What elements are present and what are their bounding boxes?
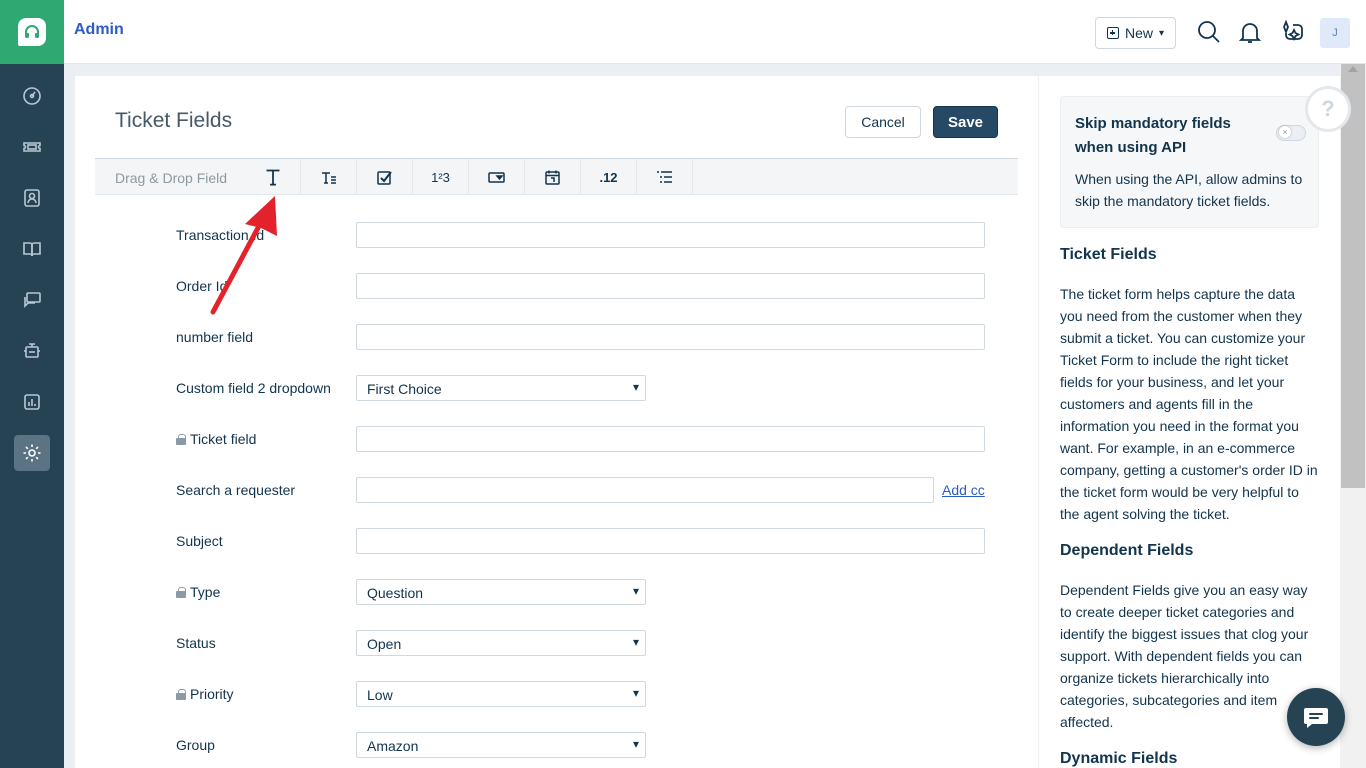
field-row-requester: Search a requester Add cc [75,477,1038,503]
solutions-book-icon[interactable] [14,231,50,267]
checkbox-icon[interactable] [357,159,413,195]
annotation-arrow-icon [210,196,277,315]
custom-field-2-dropdown[interactable]: First Choice [356,375,646,401]
section-body: The ticket form helps capture the data y… [1060,286,1318,522]
field-label-text: Priority [190,686,234,702]
avatar[interactable]: J [1320,18,1350,48]
lock-icon [176,434,186,445]
contacts-icon[interactable] [14,180,50,216]
notification-bell-icon[interactable] [1237,19,1263,45]
new-button-label: New [1124,25,1153,41]
headset-icon [18,18,46,46]
help-sidebar: Skip mandatory fields when using API Whe… [1038,76,1340,768]
field-row-subject: Subject [75,528,1038,554]
app-logo[interactable] [0,0,64,64]
chat-widget-button[interactable] [1287,688,1345,746]
type-dropdown[interactable]: Question [356,579,646,605]
add-cc-link[interactable]: Add cc [942,482,985,498]
search-icon[interactable] [1196,19,1222,45]
dashboard-icon[interactable] [14,78,50,114]
field-label: Group [176,737,215,753]
field-label: Custom field 2 dropdown [176,380,331,396]
scrollbar-thumb[interactable] [1341,64,1365,488]
subject-input[interactable] [356,528,985,554]
field-label-text: Type [190,584,221,600]
multi-line-text-icon[interactable] [301,159,357,195]
field-row-custom-dropdown: Custom field 2 dropdown First Choice [75,375,1038,401]
freddy-ai-sparkle-icon[interactable] [1279,19,1305,45]
transaction-id-input[interactable] [356,222,985,248]
skip-mandatory-card: Skip mandatory fields when using API Whe… [1060,96,1319,228]
ticket-field-input[interactable] [356,426,985,452]
section-heading: Dynamic Fields [1060,750,1178,767]
field-row-ticket-field: Ticket field [75,426,1038,452]
breadcrumb[interactable]: Admin [74,21,124,39]
top-bar: Admin New ▾ J [64,0,1366,64]
field-label: Subject [176,533,223,549]
dependent-field-icon[interactable] [637,159,693,195]
field-label-locked: Type [176,584,220,600]
search-requester-input[interactable] [356,477,934,503]
admin-gear-icon[interactable] [14,435,50,471]
section-heading: Dependent Fields [1060,542,1194,559]
tickets-icon[interactable] [14,129,50,165]
field-label: Status [176,635,216,651]
dropdown-icon[interactable] [469,159,525,195]
skip-mandatory-description: When using the API, allow admins to skip… [1075,171,1303,209]
field-row-type: Type Question [75,579,1038,605]
decimal-icon-text: .12 [599,169,618,185]
field-row-status: Status Open [75,630,1038,656]
order-id-input[interactable] [356,273,985,299]
status-dropdown[interactable]: Open [356,630,646,656]
skip-mandatory-toggle[interactable] [1276,125,1306,141]
number-icon-text: 1²3 [431,169,450,185]
field-label: number field [176,329,254,345]
field-row-number-field: number field [75,324,1038,350]
field-row-group: Group Amazon [75,732,1038,758]
ticket-fields-panel: Ticket Fields Cancel Save Drag & Drop Fi… [75,76,1038,768]
field-label-locked: Priority [176,686,234,702]
number-icon[interactable]: 1²3 [413,159,469,195]
field-label-text: Ticket field [190,431,257,447]
skip-mandatory-title: Skip mandatory fields when using API [1075,115,1231,156]
save-button[interactable]: Save [933,106,998,138]
lock-icon [176,689,186,700]
freddy-icon[interactable] [14,333,50,369]
lock-icon [176,587,186,598]
field-row-priority: Priority Low [75,681,1038,707]
reports-icon[interactable] [14,384,50,420]
group-dropdown[interactable]: Amazon [356,732,646,758]
forums-icon[interactable] [14,282,50,318]
new-button[interactable]: New ▾ [1095,17,1176,49]
decimal-icon[interactable]: .12 [581,159,637,195]
scroll-up-arrow-icon[interactable] [1348,66,1358,72]
page-title: Ticket Fields [115,109,233,132]
section-body: Dependent Fields give you an easy way to… [1060,582,1309,730]
toolbar-label: Drag & Drop Field [115,170,228,186]
priority-dropdown[interactable]: Low [356,681,646,707]
chevron-down-icon: ▾ [1158,27,1165,39]
cancel-button[interactable]: Cancel [845,106,921,138]
section-heading: Ticket Fields [1060,246,1157,263]
number-field-input[interactable] [356,324,985,350]
date-icon[interactable] [525,159,581,195]
field-label: Search a requester [176,482,296,498]
field-label-locked: Ticket field [176,431,256,447]
help-question-icon[interactable]: ? [1305,86,1351,132]
chat-bubble-icon [1304,708,1328,728]
left-navigation [0,0,64,768]
plus-icon [1106,27,1119,39]
